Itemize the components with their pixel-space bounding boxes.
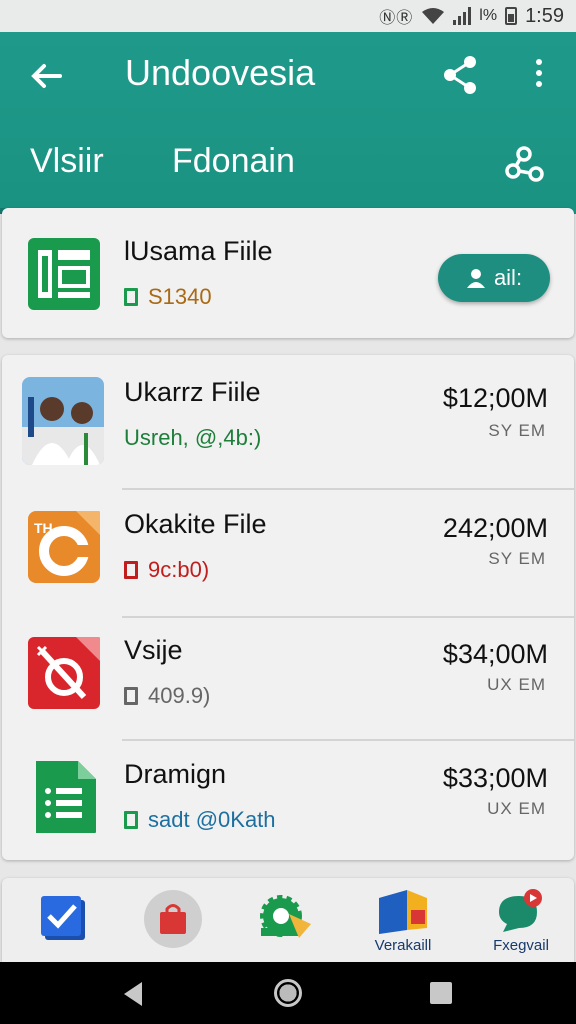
- file-name: Vsije: [124, 635, 183, 665]
- tab-vlsiir[interactable]: Vlsiir: [30, 142, 104, 181]
- more-vert-icon[interactable]: [524, 54, 554, 96]
- file-amount: $33;00M: [442, 763, 548, 793]
- file-list-card: Ukarrz Fiile Usreh, @,4b:) $12;00M SY EM…: [2, 355, 574, 860]
- file-amount: $12;00M: [442, 383, 548, 413]
- file-amount: 242;00M: [442, 513, 548, 543]
- clock: 1:59: [525, 4, 564, 27]
- file-name: Okakite File: [124, 509, 267, 539]
- divider: [122, 616, 574, 618]
- page-title: Undoovesia: [125, 52, 316, 93]
- orange-app-icon: TH: [28, 511, 100, 583]
- red-bag-icon: [160, 904, 186, 934]
- file-unit: SY EM: [488, 549, 546, 568]
- file-sub: Usreh, @,4b:): [124, 425, 262, 450]
- nav-item-settings[interactable]: [240, 888, 330, 958]
- system-back-icon[interactable]: [124, 982, 142, 1006]
- file-unit: SY EM: [488, 421, 546, 440]
- system-nav-bar: [0, 962, 576, 1024]
- file-unit: UX EM: [487, 675, 546, 694]
- nav-item-tasks[interactable]: [18, 888, 108, 958]
- file-sub: S1340: [124, 284, 212, 310]
- nav-item-shop[interactable]: [128, 888, 218, 958]
- system-home-icon[interactable]: [274, 979, 302, 1007]
- file-name: Ukarrz Fiile: [124, 377, 261, 407]
- file-sub-text: S1340: [148, 284, 212, 309]
- mail-button-label: ail:: [493, 265, 523, 290]
- person-icon: [466, 269, 485, 288]
- file-sub: 409.9): [124, 683, 210, 709]
- chat-bubble-icon: [499, 889, 542, 932]
- file-sub: sadt @0Kath: [124, 807, 276, 833]
- wifi-icon: [422, 8, 445, 24]
- share-icon[interactable]: [440, 54, 480, 96]
- app-bar: Undoovesia Vlsiir Fdonain: [0, 32, 576, 214]
- nav-item-verakaill[interactable]: Verakaill: [358, 888, 448, 958]
- green-gear-icon: [260, 895, 311, 938]
- green-list-icon: [36, 761, 96, 833]
- file-unit: UX EM: [487, 799, 546, 818]
- blue-flag-icon: [379, 890, 427, 934]
- nav-item-fxegvail[interactable]: Fxegvail: [476, 888, 566, 958]
- bottom-nav: Verakaill Fxegvail: [2, 878, 574, 962]
- featured-file-card[interactable]: lUsama Fiile S1340 ail:: [2, 208, 574, 338]
- status-bar: ⓃⓇ l% 1:59: [0, 0, 576, 32]
- file-name: lUsama Fiile: [124, 236, 273, 266]
- file-sub-text: 409.9): [148, 683, 211, 708]
- photo-thumbnail: [22, 377, 104, 465]
- battery-icon: [505, 7, 518, 25]
- notification-icons: ⓃⓇ: [379, 10, 414, 27]
- nav-label: Verakaill: [374, 937, 432, 954]
- file-type-icon: [124, 288, 138, 306]
- svg-text:TH: TH: [34, 520, 53, 536]
- blue-check-icon: [41, 896, 85, 940]
- nav-label: Fxegvail: [493, 937, 549, 954]
- tab-fdonain[interactable]: Fdonain: [172, 142, 295, 181]
- file-type-icon: [124, 687, 138, 705]
- system-recents-icon[interactable]: [430, 982, 452, 1004]
- file-amount: $34;00M: [442, 639, 548, 669]
- battery-percent: l%: [479, 7, 498, 24]
- file-sub-text: 9c:b0): [148, 557, 210, 582]
- file-type-icon: [124, 561, 138, 579]
- file-sub-text: sadt @0Kath: [148, 807, 276, 832]
- divider: [122, 739, 574, 741]
- red-app-icon: [28, 637, 100, 709]
- back-arrow-icon[interactable]: [26, 56, 66, 96]
- file-type-icon: [124, 811, 138, 829]
- divider: [122, 488, 574, 490]
- sheets-icon: [28, 238, 100, 310]
- link-icon[interactable]: [504, 144, 544, 184]
- mail-button[interactable]: ail:: [438, 254, 550, 302]
- file-name: Dramign: [124, 759, 227, 789]
- file-sub: 9c:b0): [124, 557, 209, 583]
- signal-icon: [453, 7, 472, 25]
